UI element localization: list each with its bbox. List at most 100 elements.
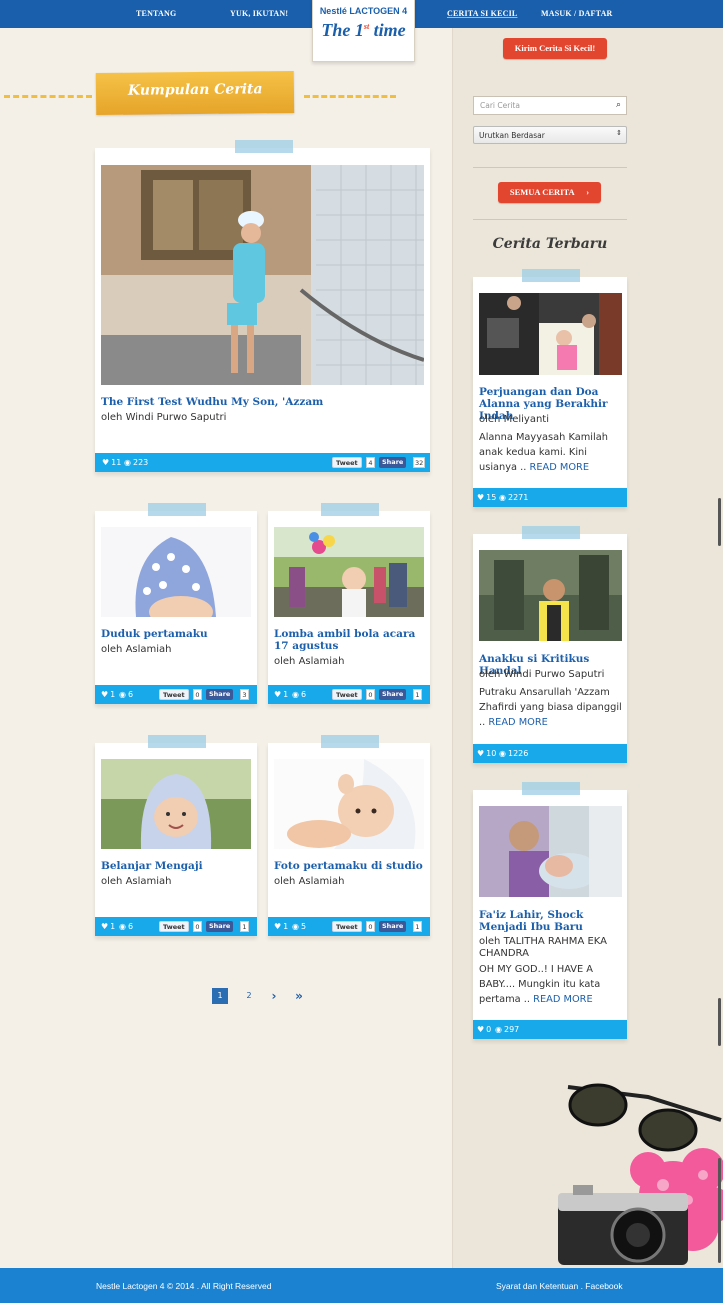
scrollbar-thumb[interactable] <box>718 498 721 546</box>
nav-yuk-ikutan[interactable]: YUK, IKUTAN! <box>230 9 288 18</box>
eye-icon: ◉ <box>119 690 126 699</box>
facebook-share-button[interactable]: Share <box>379 921 407 932</box>
eye-icon: ◉ <box>495 1025 502 1034</box>
like-count[interactable]: ♥ 10 <box>477 749 496 758</box>
story-card[interactable]: Foto pertamaku di studio oleh Aslamiah ♥… <box>268 743 430 936</box>
story-title[interactable]: Belanjar Mengaji <box>101 860 251 872</box>
like-count[interactable]: ♥ 1 <box>274 690 288 699</box>
view-count: ◉ 223 <box>124 458 149 467</box>
story-card[interactable]: The First Test Wudhu My Son, 'Azzam oleh… <box>95 148 430 472</box>
eye-icon: ◉ <box>124 458 131 467</box>
read-more-link[interactable]: READ MORE <box>533 994 593 1005</box>
read-more-link[interactable]: READ MORE <box>488 717 548 728</box>
tape-decoration <box>321 503 379 516</box>
facebook-share-button[interactable]: Share <box>379 689 407 700</box>
semua-cerita-button[interactable]: SEMUA CERITA › <box>498 182 601 203</box>
nav-masuk-daftar[interactable]: MASUK / DAFTAR <box>541 9 613 18</box>
heart-icon: ♥ <box>274 690 282 699</box>
like-count[interactable]: ♥ 1 <box>101 922 115 931</box>
recent-story-photo[interactable] <box>479 293 622 375</box>
read-more-link[interactable]: READ MORE <box>530 462 590 473</box>
tweet-button[interactable]: Tweet <box>332 457 362 468</box>
heart-icon: ♥ <box>477 1025 485 1034</box>
story-photo[interactable] <box>274 759 424 849</box>
chevron-right-icon: › <box>586 187 590 197</box>
tweet-button[interactable]: Tweet <box>159 689 189 700</box>
facebook-share-button[interactable]: Share <box>206 689 234 700</box>
recent-story-title[interactable]: Fa'iz Lahir, Shock Menjadi Ibu Baru <box>479 909 625 933</box>
eye-icon: ◉ <box>292 690 299 699</box>
story-photo[interactable] <box>101 527 251 617</box>
tweet-button[interactable]: Tweet <box>332 689 362 700</box>
site-logo[interactable]: Nestlé LACTOGEN 4 The 1st time <box>312 0 415 62</box>
story-title[interactable]: The First Test Wudhu My Son, 'Azzam <box>101 396 421 408</box>
tweet-button[interactable]: Tweet <box>332 921 362 932</box>
tape-decoration <box>522 269 580 282</box>
story-stats-bar: ♥ 1 ◉ 6 Tweet 0 Share 1 <box>268 685 430 704</box>
camera-sunglasses-flowers-decoration <box>558 1083 723 1265</box>
tweet-count: 0 <box>366 921 375 932</box>
section-title-banner: Kumpulan Cerita <box>95 70 295 116</box>
recent-story-card[interactable]: Perjuangan dan Doa Alanna yang Berakhir … <box>473 277 627 507</box>
story-author: oleh Aslamiah <box>101 644 172 655</box>
recent-story-photo[interactable] <box>479 806 622 897</box>
share-count: 32 <box>413 457 426 468</box>
heart-icon: ♥ <box>477 493 485 502</box>
tape-decoration <box>321 735 379 748</box>
footer-copyright: Nestle Lactogen 4 © 2014 . All Right Res… <box>96 1281 272 1291</box>
heart-icon: ♥ <box>274 922 282 931</box>
like-count[interactable]: ♥ 0 <box>477 1025 491 1034</box>
tape-decoration <box>522 526 580 539</box>
like-count[interactable]: ♥ 11 <box>102 458 121 467</box>
tape-decoration <box>148 735 206 748</box>
nav-tentang[interactable]: TENTANG <box>136 9 176 18</box>
story-title[interactable]: Foto pertamaku di studio <box>274 860 424 872</box>
pagination-page-2[interactable]: 2 <box>241 988 257 1004</box>
recent-story-photo[interactable] <box>479 550 622 641</box>
story-card[interactable]: Lomba ambil bola acara 17 agustus oleh A… <box>268 511 430 704</box>
share-count: 1 <box>413 689 422 700</box>
pagination-next-icon[interactable]: › <box>266 988 282 1004</box>
recent-story-card[interactable]: Fa'iz Lahir, Shock Menjadi Ibu Baru oleh… <box>473 790 627 1039</box>
search-icon[interactable]: ⌕ <box>616 100 621 110</box>
recent-story-excerpt: Alanna Mayyasah Kamilah anak kedua kami.… <box>479 432 608 473</box>
tweet-button[interactable]: Tweet <box>159 921 189 932</box>
search-input[interactable]: Cari Cerita ⌕ <box>473 96 627 115</box>
recent-story-author: oleh Windi Purwo Saputri <box>479 669 605 680</box>
share-count: 1 <box>413 921 422 932</box>
sort-select[interactable]: Urutkan Berdasar ⇕ <box>473 126 627 144</box>
like-count[interactable]: ♥ 1 <box>101 690 115 699</box>
story-card[interactable]: Duduk pertamaku oleh Aslamiah ♥ 1 ◉ 6 Twee… <box>95 511 257 704</box>
dashed-divider-left <box>4 95 92 98</box>
story-photo[interactable] <box>274 527 424 617</box>
scrollbar-thumb[interactable] <box>718 998 721 1046</box>
select-arrows-icon: ⇕ <box>616 129 622 137</box>
recent-story-excerpt: Putraku Ansarullah 'Azzam Zhafirdi yang … <box>479 687 622 728</box>
like-count[interactable]: ♥ 1 <box>274 922 288 931</box>
facebook-share-button[interactable]: Share <box>206 921 234 932</box>
recent-story-card[interactable]: Anakku si Kritikus Handal oleh Windi Pur… <box>473 534 627 763</box>
pagination-page-1[interactable]: 1 <box>212 988 228 1004</box>
pagination-last-icon[interactable]: » <box>291 988 307 1004</box>
tape-decoration <box>522 782 580 795</box>
footer-links[interactable]: Syarat dan Ketentuan . Facebook <box>496 1281 623 1291</box>
eye-icon: ◉ <box>499 493 506 502</box>
like-count[interactable]: ♥ 15 <box>477 493 496 502</box>
view-count: ◉ 297 <box>495 1025 520 1034</box>
view-count: ◉ 6 <box>292 690 307 699</box>
story-author: oleh Windi Purwo Saputri <box>101 412 227 423</box>
story-title[interactable]: Lomba ambil bola acara 17 agustus <box>274 628 424 652</box>
story-card[interactable]: Belanjar Mengaji oleh Aslamiah ♥ 1 ◉ 6 Twe… <box>95 743 257 936</box>
story-photo[interactable] <box>101 165 424 385</box>
view-count: ◉ 6 <box>119 690 134 699</box>
facebook-share-button[interactable]: Share <box>379 457 407 468</box>
share-count: 1 <box>240 921 249 932</box>
story-title[interactable]: Duduk pertamaku <box>101 628 251 640</box>
scrollbar-thumb[interactable] <box>718 1158 721 1263</box>
dashed-divider-right <box>304 95 396 98</box>
story-author: oleh Aslamiah <box>274 656 345 667</box>
kirim-cerita-button[interactable]: Kirim Cerita Si Kecil! <box>503 38 607 59</box>
nav-cerita-si-kecil[interactable]: CERITA SI KECIL <box>447 9 517 18</box>
footer: Nestle Lactogen 4 © 2014 . All Right Res… <box>0 1268 723 1303</box>
story-photo[interactable] <box>101 759 251 849</box>
